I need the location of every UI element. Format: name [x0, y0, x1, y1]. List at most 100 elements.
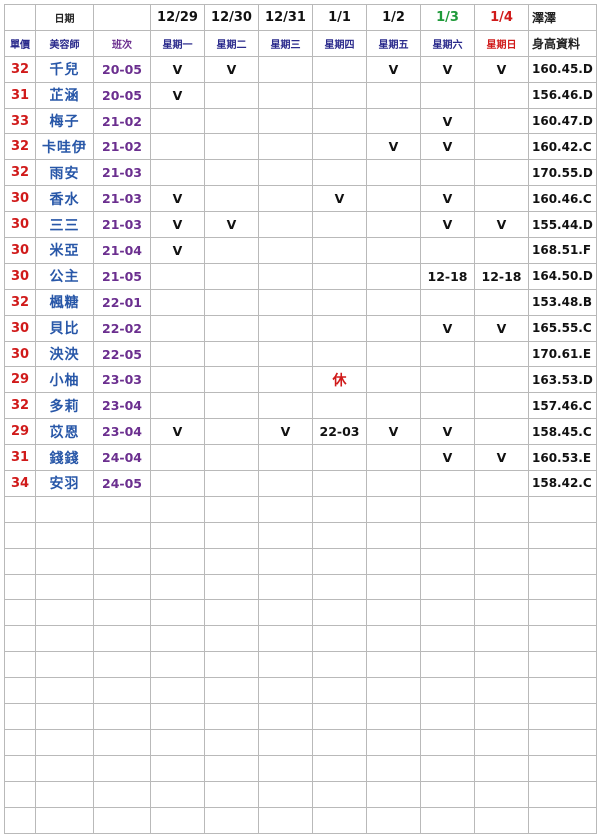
- empty-cell: [420, 806, 475, 834]
- empty-cell: [528, 806, 597, 834]
- day-cell-5: [420, 340, 475, 368]
- height-cell: 170.61.E: [528, 340, 597, 368]
- day-cell-3: [312, 237, 367, 264]
- day-cell-1: [204, 159, 259, 187]
- price-cell: 30: [4, 340, 36, 368]
- day-cell-6: 12-18: [474, 262, 529, 290]
- empty-row: [4, 495, 597, 523]
- day-cell-0: [150, 444, 205, 472]
- stylist-name: 貝比: [35, 314, 94, 342]
- day-cell-5: [420, 288, 475, 316]
- day-cell-2: [258, 444, 313, 472]
- empty-row: [4, 728, 597, 756]
- day-cell-4: [366, 81, 421, 109]
- day-cell-0: V: [150, 55, 205, 83]
- empty-cell: [35, 599, 94, 627]
- empty-cell: [93, 521, 151, 549]
- day-cell-4: [366, 314, 421, 342]
- price-cell: 30: [4, 314, 36, 342]
- header-height-label: 身高資料: [528, 29, 597, 57]
- class-cell: 24-05: [93, 470, 151, 497]
- empty-cell: [366, 521, 421, 549]
- table-row: 30 米亞 21-04 V 168.51.F: [4, 237, 597, 264]
- empty-cell: [528, 651, 597, 679]
- empty-cell: [312, 754, 367, 782]
- empty-cell: [204, 703, 259, 730]
- day-cell-3: [312, 262, 367, 290]
- empty-cell: [312, 495, 367, 523]
- empty-cell: [474, 651, 529, 679]
- price-cell: 33: [4, 107, 36, 135]
- class-cell: 24-04: [93, 444, 151, 472]
- empty-cell: [420, 677, 475, 705]
- empty-cell: [93, 599, 151, 627]
- header-date-2: 12/31: [258, 4, 313, 31]
- height-cell: 165.55.C: [528, 314, 597, 342]
- empty-cell: [366, 780, 421, 808]
- empty-cell: [150, 495, 205, 523]
- day-cell-5: V: [420, 55, 475, 83]
- empty-cell: [528, 703, 597, 730]
- header-weekday-2: 星期三: [258, 29, 313, 57]
- day-cell-4: V: [366, 418, 421, 446]
- height-cell: 156.46.D: [528, 81, 597, 109]
- price-cell: 32: [4, 159, 36, 187]
- class-cell: 21-05: [93, 262, 151, 290]
- header-row-labels: 單價 美容師 班次 星期一 星期二 星期三 星期四 星期五 星期六 星期日 身高…: [4, 29, 597, 57]
- empty-cell: [528, 780, 597, 808]
- empty-cell: [258, 677, 313, 705]
- empty-cell: [528, 625, 597, 653]
- day-cell-6: [474, 340, 529, 368]
- empty-cell: [204, 806, 259, 834]
- empty-cell: [35, 780, 94, 808]
- empty-cell: [150, 754, 205, 782]
- empty-cell: [204, 521, 259, 549]
- empty-cell: [93, 547, 151, 575]
- height-cell: 157.46.C: [528, 392, 597, 420]
- day-cell-6: V: [474, 55, 529, 83]
- day-cell-5: 12-18: [420, 262, 475, 290]
- day-cell-5: [420, 159, 475, 187]
- class-cell: 21-04: [93, 237, 151, 264]
- class-cell: 21-02: [93, 133, 151, 161]
- class-cell: 23-03: [93, 366, 151, 394]
- empty-cell: [366, 573, 421, 601]
- day-cell-4: [366, 340, 421, 368]
- day-cell-0: V: [150, 81, 205, 109]
- day-cell-4: [366, 262, 421, 290]
- empty-cell: [204, 547, 259, 575]
- empty-cell: [258, 651, 313, 679]
- table-row: 30 貝比 22-02 V V 165.55.C: [4, 314, 597, 342]
- table-row: 29 小柚 23-03 休 163.53.D: [4, 366, 597, 394]
- day-cell-0: [150, 366, 205, 394]
- day-cell-4: [366, 211, 421, 239]
- empty-cell: [474, 754, 529, 782]
- day-cell-0: V: [150, 237, 205, 264]
- empty-cell: [420, 651, 475, 679]
- day-cell-0: [150, 288, 205, 316]
- day-cell-3: [312, 392, 367, 420]
- empty-row: [4, 547, 597, 575]
- height-cell: 160.45.D: [528, 55, 597, 83]
- table-row: 30 泱泱 22-05 170.61.E: [4, 340, 597, 368]
- price-cell: 32: [4, 288, 36, 316]
- price-cell: 29: [4, 366, 36, 394]
- empty-cell: [93, 625, 151, 653]
- day-cell-6: V: [474, 314, 529, 342]
- empty-cell: [258, 547, 313, 575]
- empty-cell: [420, 495, 475, 523]
- day-cell-3: [312, 340, 367, 368]
- empty-cell: [312, 677, 367, 705]
- header-date-6: 1/4: [474, 4, 529, 31]
- empty-cell: [93, 651, 151, 679]
- empty-cell: [204, 677, 259, 705]
- day-cell-1: [204, 392, 259, 420]
- day-cell-3: [312, 81, 367, 109]
- empty-cell: [366, 599, 421, 627]
- header-stylist-label: 美容師: [35, 29, 94, 57]
- empty-row: [4, 573, 597, 601]
- day-cell-2: [258, 470, 313, 497]
- empty-cell: [420, 599, 475, 627]
- header-date-0: 12/29: [150, 4, 205, 31]
- price-cell: 32: [4, 392, 36, 420]
